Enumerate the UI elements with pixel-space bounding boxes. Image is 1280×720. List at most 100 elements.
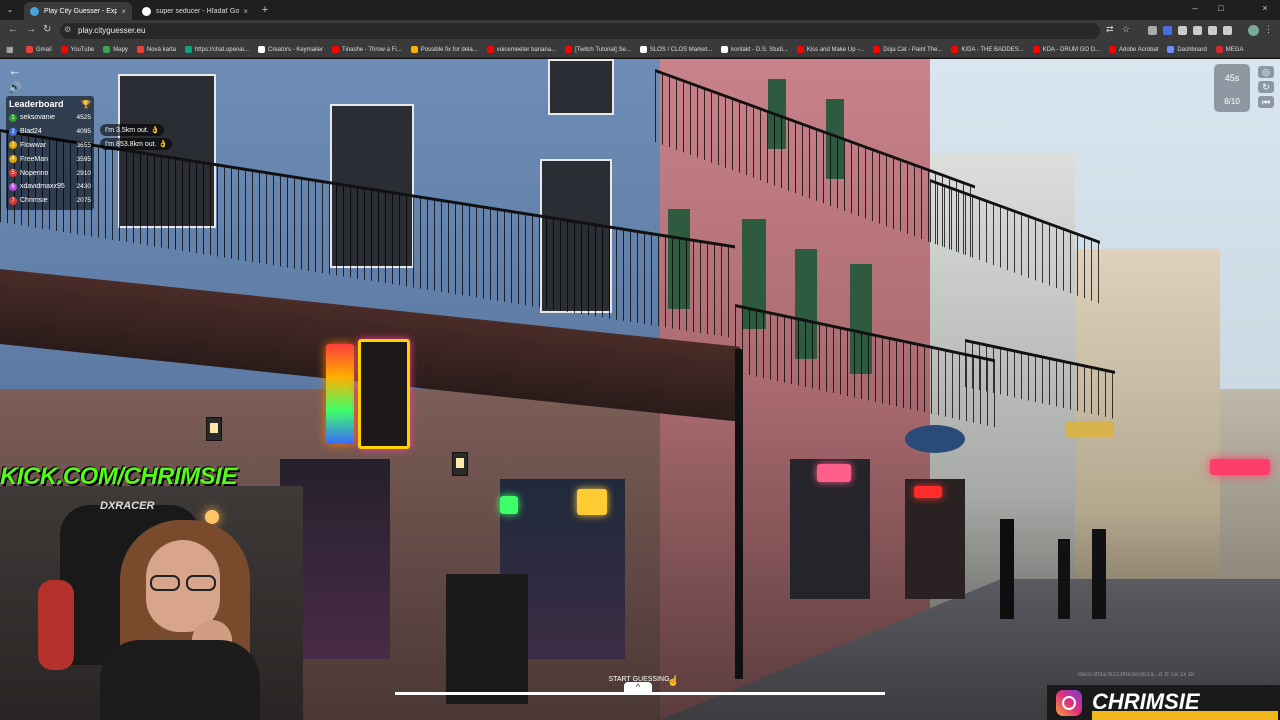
player-name: Chrimsie	[20, 197, 48, 205]
bookmark-favicon-icon	[184, 46, 192, 53]
panorama-id: idesc-8f3a7b213f0e3e59c1a...d 3f 1w 1x 1…	[1078, 672, 1195, 678]
player-name: xdavidmaxx95	[20, 183, 65, 191]
apps-grid-icon[interactable]: ▦	[6, 45, 14, 54]
bookmark-favicon-icon	[639, 46, 647, 53]
trophy-icon: 🏆	[81, 100, 91, 109]
bookmark-favicon-icon	[565, 46, 573, 53]
speaker-icon[interactable]: 🔊	[6, 80, 24, 96]
bookmark-item[interactable]: kontakt - D.S. Studi...	[721, 46, 788, 53]
bollard	[1058, 539, 1070, 619]
neon-sign	[326, 344, 354, 444]
leaderboard-list: 1 seksovanie 4525 2 Blad24 4095 3 Flowwar 3655 4 F…	[9, 111, 91, 208]
player-score: 2075	[76, 197, 91, 205]
cursor-icon: ☝	[667, 676, 680, 687]
bookmark-label: Doja Cat - Paint The...	[883, 46, 943, 53]
bookmark-item[interactable]: Doja Cat - Paint The...	[873, 46, 942, 53]
bookmark-favicon-icon	[257, 46, 265, 53]
glasses	[146, 575, 218, 593]
neon-sign	[914, 486, 942, 498]
bookmark-item[interactable]: Tinashe - Throw a Fi...	[332, 46, 402, 53]
bookmark-item[interactable]: Gmail	[26, 46, 52, 53]
player-name: Noperino	[20, 169, 49, 177]
chevron-up-icon[interactable]: ^	[624, 682, 652, 692]
bookmark-item[interactable]: SLOS / CLOS Market...	[639, 46, 712, 53]
bookmark-star-icon[interactable]: ☆	[1122, 24, 1130, 35]
leaderboard-title-text: Leaderboard	[9, 99, 64, 109]
bookmark-favicon-icon	[26, 46, 33, 53]
chair-brand: DXRACER	[100, 500, 155, 512]
translate-icon[interactable]: ⇄	[1106, 24, 1114, 35]
guess-drawer-handle[interactable]	[395, 692, 885, 695]
bookmark-label: Nová karta	[146, 46, 176, 53]
neon-sign	[1210, 459, 1270, 475]
new-tab-button[interactable]: +	[258, 3, 272, 17]
profile-avatar[interactable]	[1248, 25, 1259, 36]
bookmark-label: K/DA - THE BADDES...	[961, 46, 1024, 53]
google-icon	[142, 6, 151, 16]
tab-list-icon[interactable]: ⌄	[4, 4, 16, 16]
reload-icon[interactable]: ↻	[43, 24, 51, 35]
bookmark-item[interactable]: K/DA - THE BADDES...	[951, 46, 1024, 53]
extension-icons[interactable]	[1148, 26, 1244, 36]
bookmark-item[interactable]: Dashboard	[1167, 46, 1207, 53]
forward-arrow-icon[interactable]: →	[26, 24, 36, 35]
player-name: Flowwar	[20, 141, 47, 149]
bookmark-item[interactable]: Creators - Keymailer	[257, 46, 323, 53]
player-score: 4525	[76, 114, 91, 122]
leaderboard-row: 7 Chrimsie 2075	[9, 194, 91, 208]
bookmark-item[interactable]: Adobe Acrobat	[1109, 46, 1158, 53]
bookmark-label: Kiss and Make Up -...	[806, 46, 865, 53]
minimize-button[interactable]: –	[1188, 3, 1202, 13]
maximize-button[interactable]: □	[1214, 3, 1228, 13]
bookmark-label: Creators - Keymailer	[267, 46, 323, 53]
leaderboard-row: 6 xdavidmaxx95 2430	[9, 180, 91, 194]
instagram-handle: CHRIMSIE	[1092, 689, 1200, 714]
back-arrow-icon[interactable]: ←	[6, 63, 24, 79]
trash-bin	[446, 574, 528, 704]
close-icon[interactable]: ×	[243, 7, 248, 16]
url-field[interactable]: play.cityguesser.eu	[60, 23, 1100, 39]
bookmark-favicon-icon	[721, 46, 729, 53]
bookmark-favicon-icon	[1109, 46, 1117, 53]
site-info-icon[interactable]: ⚙	[64, 25, 71, 34]
rank-badge: 5	[9, 169, 17, 178]
close-icon[interactable]: ×	[121, 7, 126, 16]
tab-cityguesser[interactable]: Play City Guesser - Explore ×	[24, 2, 132, 20]
bookmark-label: KDA - DRUM GO D...	[1042, 46, 1101, 53]
player-score: 2910	[76, 169, 91, 177]
bookmark-favicon-icon	[1215, 46, 1223, 53]
bookmark-item[interactable]: Possible fix for dela...	[410, 46, 478, 53]
bookmark-item[interactable]: KDA - DRUM GO D...	[1032, 46, 1101, 53]
bookmark-item[interactable]: voicemeeter banana...	[486, 46, 556, 53]
bookmark-label: Mapy	[113, 46, 128, 53]
tab-google-search[interactable]: super seducer - Hľadať Googlom ×	[136, 2, 254, 20]
bookmark-item[interactable]: [Twitch Tutorial] Se...	[565, 46, 631, 53]
bollard	[1000, 519, 1014, 619]
bookmark-favicon-icon	[486, 46, 494, 53]
bookmark-item[interactable]: https://chat.openai...	[184, 46, 249, 53]
leaderboard-row: 2 Blad24 4095	[9, 125, 91, 139]
leaderboard-row: 4 FreeMan 3595	[9, 152, 91, 166]
player-score: 2430	[76, 183, 91, 191]
leaderboard-row: 5 Noperino 2910	[9, 166, 91, 180]
bookmark-item[interactable]: Kiss and Make Up -...	[796, 46, 865, 53]
player-score: 3655	[76, 141, 91, 149]
compass-icon[interactable]: ◎	[1258, 66, 1274, 78]
skip-icon[interactable]: ⏮	[1258, 96, 1274, 108]
bookmark-item[interactable]: YouTube	[60, 46, 94, 53]
reset-view-icon[interactable]: ↻	[1258, 81, 1274, 93]
player-score: 3595	[76, 155, 91, 163]
rank-badge: 6	[9, 182, 17, 191]
bookmark-item[interactable]: Nová karta	[136, 46, 176, 53]
player-name: Blad24	[20, 128, 42, 136]
bookmark-item[interactable]: MEGA	[1215, 46, 1244, 53]
back-arrow-icon[interactable]: ←	[8, 24, 18, 35]
window-close-button[interactable]: ×	[1258, 3, 1272, 13]
bookmark-item[interactable]: Mapy	[103, 46, 128, 53]
tab-favicon-icon	[30, 6, 39, 16]
bookmark-favicon-icon	[951, 46, 959, 53]
neon-sign	[358, 339, 410, 449]
menu-icon[interactable]: ⋮	[1264, 24, 1273, 35]
bookmark-label: kontakt - D.S. Studi...	[731, 46, 788, 53]
bookmark-label: MEGA	[1225, 46, 1244, 53]
